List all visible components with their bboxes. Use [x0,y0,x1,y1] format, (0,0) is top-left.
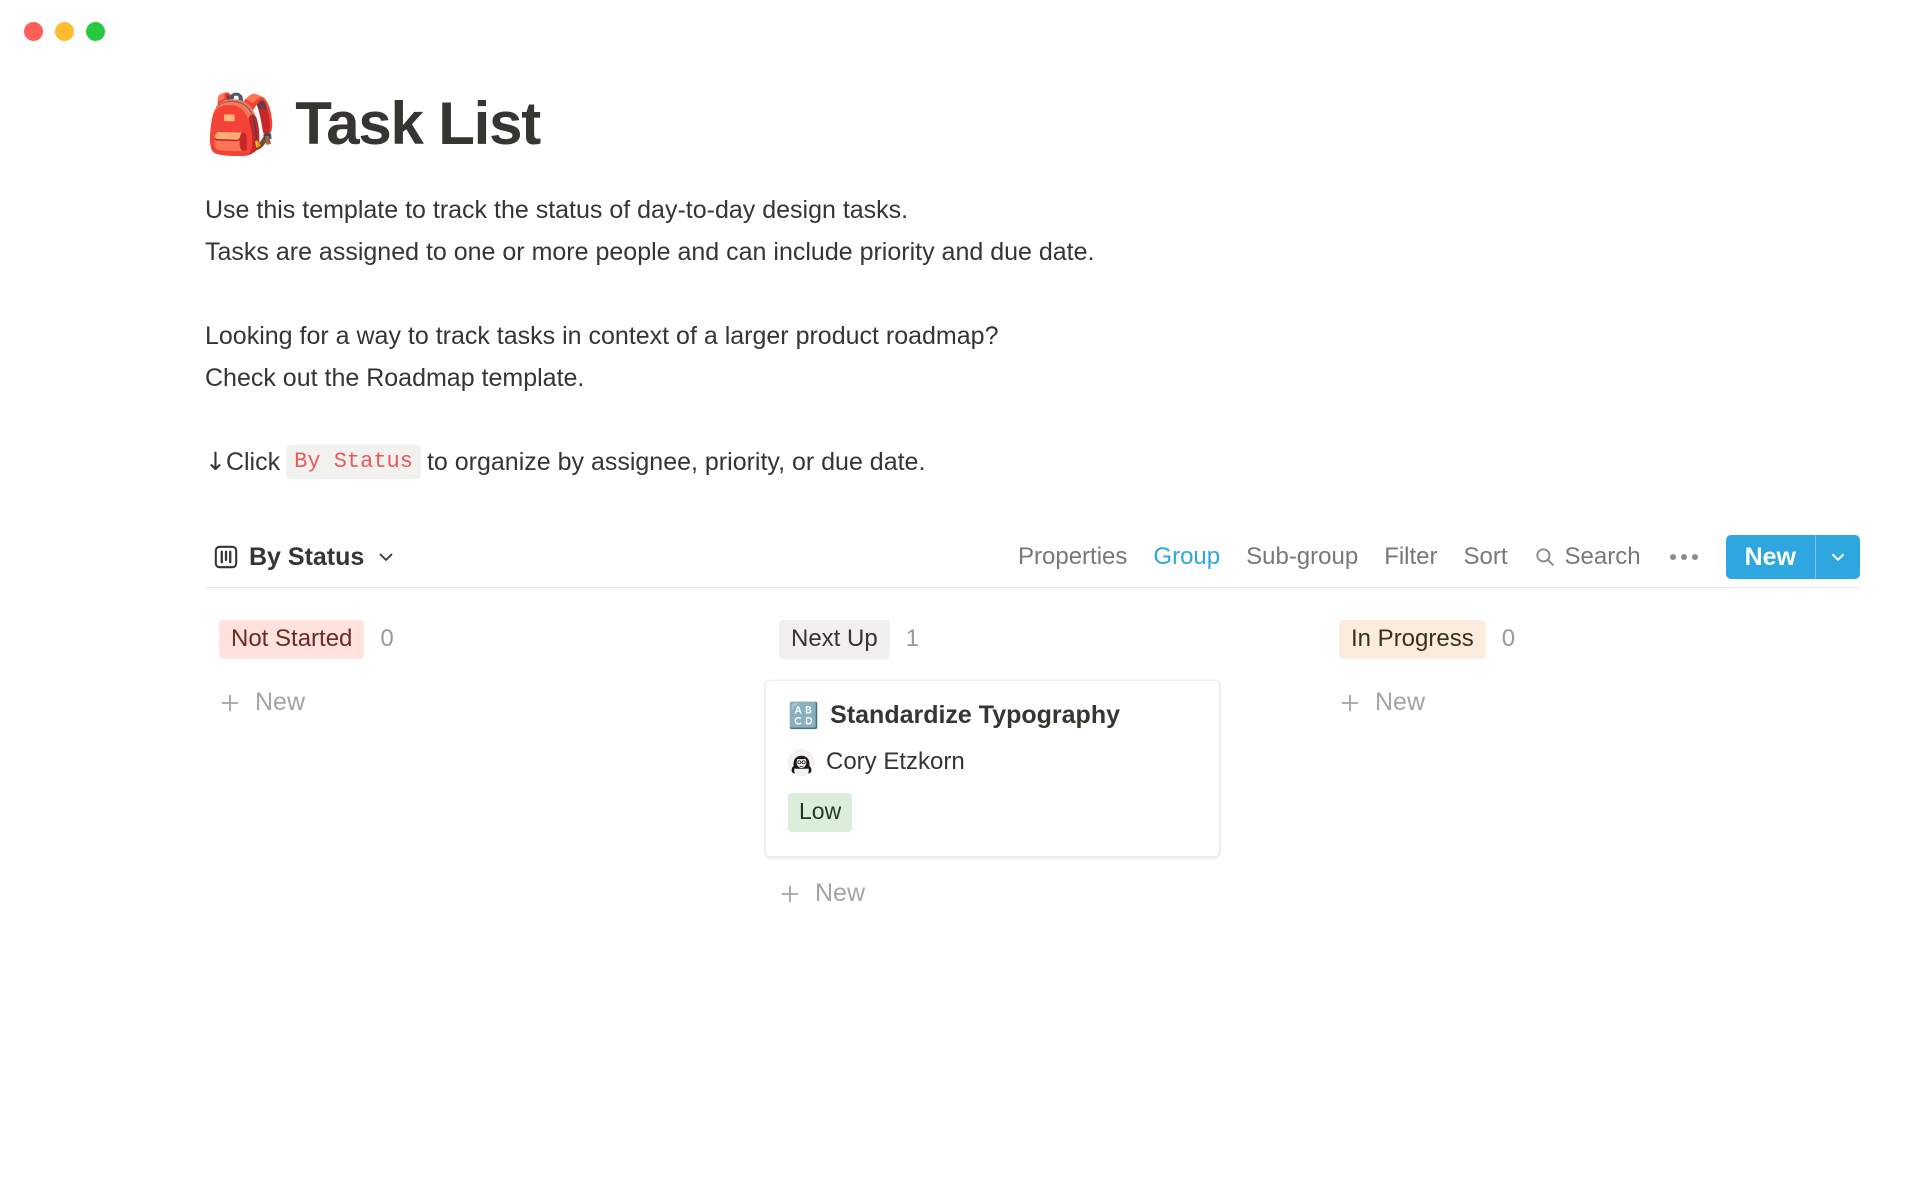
search-button[interactable]: Search [1521,537,1654,577]
toolbar-subgroup-button[interactable]: Sub-group [1233,537,1371,577]
search-label: Search [1564,543,1641,570]
plus-icon [1339,692,1361,714]
new-button-dropdown[interactable] [1816,535,1860,579]
new-button[interactable]: New [1726,535,1816,579]
minimize-window-button[interactable] [55,21,74,41]
description-line-3: Looking for a way to track tasks in cont… [205,322,999,350]
maximize-window-button[interactable] [86,21,105,41]
backpack-icon: 🎒 [205,89,278,158]
kanban-board: Not Started 0 New Next Up 1 🔠 Standardiz… [205,619,1860,916]
column-header[interactable]: In Progress 0 [1325,619,1780,659]
more-options-button[interactable] [1654,548,1714,566]
add-card-label: New [255,688,306,716]
toolbar-sort-button[interactable]: Sort [1451,537,1521,577]
column-count: 0 [380,625,394,652]
ellipsis-icon [1669,554,1676,560]
database-toolbar: By Status Properties Group Sub-group Fil… [205,531,1860,583]
toolbar-actions: Properties Group Sub-group Filter Sort S… [1005,535,1860,579]
close-window-button[interactable] [24,21,43,41]
status-badge: Not Started [219,619,365,659]
board-view-icon [213,544,239,570]
ellipsis-icon-dot-3 [1691,554,1698,560]
toolbar-properties-button[interactable]: Properties [1005,537,1140,577]
input-latin-uppercase-icon: 🔠 [788,701,820,730]
add-card-button[interactable]: New [205,680,660,725]
hint-text-after: to organize by assignee, priority, or du… [426,448,926,476]
task-card-assignee-name: Cory Etzkorn [826,748,965,775]
new-button-group: New [1725,535,1860,579]
add-card-label: New [815,879,866,907]
add-card-button[interactable]: New [1325,680,1780,725]
by-status-code-pill: By Status [286,444,421,480]
add-card-button[interactable]: New [765,871,1220,916]
toolbar-divider [205,587,1860,588]
task-card[interactable]: 🔠 Standardize Typography Cory Etzkorn Lo… [765,680,1220,857]
avatar [788,748,815,776]
task-card-assignee: Cory Etzkorn [788,748,1197,776]
chevron-down-icon [376,547,396,567]
plus-icon [219,692,241,714]
plus-icon [779,883,801,905]
add-card-label: New [1375,688,1426,716]
page-title: 🎒 Task List [205,92,1860,155]
chevron-down-icon [1828,547,1848,567]
description-line-1: Use this template to track the status of… [205,196,909,224]
board-column-not-started: Not Started 0 New [205,619,660,916]
board-column-in-progress: In Progress 0 New [1325,619,1780,916]
description-line-4: Check out the Roadmap template. [205,364,585,392]
status-badge: Next Up [779,619,890,659]
board-column-next-up: Next Up 1 🔠 Standardize Typography Cory … [765,619,1220,916]
ellipsis-icon-dot-2 [1680,554,1687,560]
toolbar-filter-button[interactable]: Filter [1371,537,1450,577]
hint-line: ↓ Click By Status to organize by assigne… [205,441,1860,483]
column-header[interactable]: Next Up 1 [765,619,1220,659]
status-badge: In Progress [1339,619,1486,659]
hint-text-before: Click [225,448,281,476]
toolbar-group-button[interactable]: Group [1140,537,1233,577]
column-count: 0 [1501,625,1516,652]
column-header[interactable]: Not Started 0 [205,619,660,659]
page-content: 🎒 Task List Use this template to track t… [0,92,1920,916]
search-icon [1534,546,1556,568]
column-count: 1 [905,625,920,652]
task-card-title: Standardize Typography [830,701,1120,729]
view-tab-by-status[interactable]: By Status [205,539,404,576]
priority-badge: Low [788,793,853,832]
window-title-bar [0,0,1920,62]
task-card-title-row: 🔠 Standardize Typography [788,701,1197,730]
down-arrow-icon: ↓ [205,447,226,476]
description-line-2: Tasks are assigned to one or more people… [205,238,1095,266]
view-tab-label: By Status [249,542,365,571]
page-title-text: Task List [295,90,541,157]
